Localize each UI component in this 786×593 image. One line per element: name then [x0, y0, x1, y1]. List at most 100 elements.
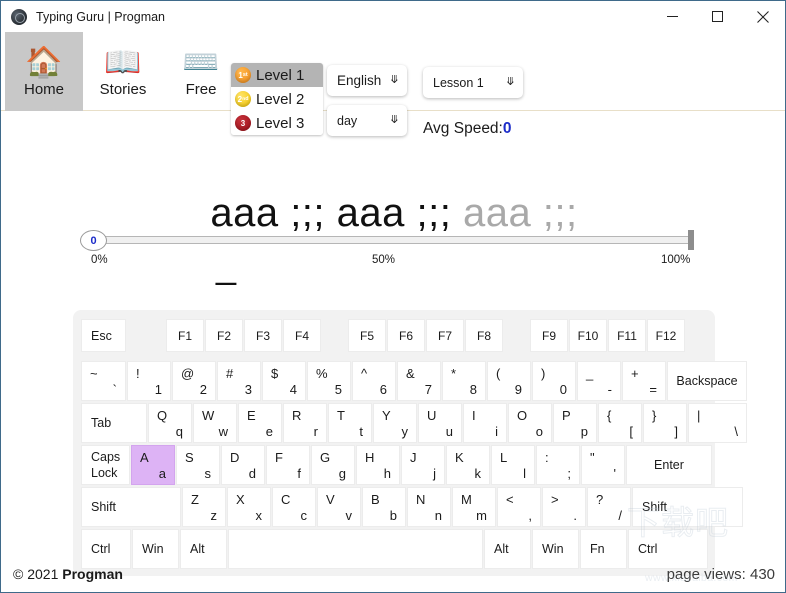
progress-slider[interactable]: 0 0% 50% 100% [1, 111, 785, 266]
key-shift-char: N [416, 492, 426, 507]
nav-button-home[interactable]: 🏠 Home [5, 32, 83, 111]
key-0[interactable]: ) 0 [532, 361, 576, 401]
key-base-char: . [573, 508, 577, 523]
key-7[interactable]: & 7 [397, 361, 441, 401]
keyboard-row-shift: Shift Zz Xx Cc Vv Bb Nn Mm <, >. ? / Shif… [81, 487, 743, 527]
key-5[interactable]: % 5 [307, 361, 351, 401]
key-backtick[interactable]: ~ ` [81, 361, 126, 401]
key-base-char: 1 [154, 382, 162, 397]
key-bracket-right[interactable]: }] [643, 403, 687, 443]
nav-label-stories: Stories [99, 80, 147, 98]
key-minus[interactable]: _ - [577, 361, 621, 401]
key-q[interactable]: Qq [148, 403, 192, 443]
key-enter[interactable]: Enter [626, 445, 712, 485]
key-f4[interactable]: F4 [283, 319, 321, 352]
key-h[interactable]: Hh [356, 445, 400, 485]
maximize-icon[interactable] [695, 1, 740, 32]
nav-button-stories[interactable]: 📖 Stories [84, 32, 162, 111]
key-backspace[interactable]: Backspace [667, 361, 747, 401]
key-shift-char: Y [382, 408, 391, 423]
key-shift-char: ~ [90, 366, 98, 381]
key-p[interactable]: Pp [553, 403, 597, 443]
key-g[interactable]: Gg [311, 445, 355, 485]
key-f1[interactable]: F1 [166, 319, 204, 352]
gold-medal-icon: 1ˢᵗ [235, 67, 251, 83]
key-v[interactable]: Vv [317, 487, 361, 527]
key-j[interactable]: Jj [401, 445, 445, 485]
key-shift-char: E [247, 408, 256, 423]
key-f10[interactable]: F10 [569, 319, 607, 352]
key-shift-right[interactable]: Shift [632, 487, 743, 527]
key-f2[interactable]: F2 [205, 319, 243, 352]
key-d[interactable]: Dd [221, 445, 265, 485]
key-quote[interactable]: " ' [581, 445, 625, 485]
lesson-select[interactable]: Lesson 1 ⤋ [423, 67, 523, 98]
level-item-2[interactable]: 2ⁿᵈ Level 2 [231, 87, 323, 111]
key-slash[interactable]: ? / [587, 487, 631, 527]
nav-label-home: Home [23, 80, 64, 98]
key-t[interactable]: Tt [328, 403, 372, 443]
key-f3[interactable]: F3 [244, 319, 282, 352]
key-2[interactable]: @2 [172, 361, 216, 401]
key-base-char: 4 [289, 382, 297, 397]
key-8[interactable]: * 8 [442, 361, 486, 401]
language-select[interactable]: English ⤋ [327, 65, 407, 96]
key-shift-char: + [631, 366, 639, 381]
key-1[interactable]: ! 1 [127, 361, 171, 401]
level-item-1[interactable]: 1ˢᵗ Level 1 [231, 63, 323, 87]
key-f5[interactable]: F5 [348, 319, 386, 352]
lesson-select-value: Lesson 1 [433, 75, 484, 90]
key-base-char: , [528, 508, 532, 523]
language-select-value: English [337, 73, 382, 88]
key-m[interactable]: Mm [452, 487, 496, 527]
key-s[interactable]: Ss [176, 445, 220, 485]
key-a[interactable]: Aa [131, 445, 175, 485]
key-b[interactable]: Bb [362, 487, 406, 527]
key-shift-char: C [281, 492, 291, 507]
key-i[interactable]: Ii [463, 403, 507, 443]
key-9[interactable]: (9 [487, 361, 531, 401]
key-tab[interactable]: Tab [81, 403, 147, 443]
key-comma[interactable]: <, [497, 487, 541, 527]
close-icon[interactable] [740, 1, 785, 32]
key-base-char: r [313, 424, 318, 439]
key-spacer [504, 319, 529, 352]
key-caps-lock[interactable]: Caps Lock [81, 445, 130, 485]
key-f12[interactable]: F12 [647, 319, 685, 352]
key-e[interactable]: Ee [238, 403, 282, 443]
key-y[interactable]: Yy [373, 403, 417, 443]
key-equals[interactable]: + = [622, 361, 666, 401]
key-o[interactable]: Oo [508, 403, 552, 443]
key-k[interactable]: Kk [446, 445, 490, 485]
key-f7[interactable]: F7 [426, 319, 464, 352]
key-semicolon[interactable]: :; [536, 445, 580, 485]
key-4[interactable]: $4 [262, 361, 306, 401]
key-n[interactable]: Nn [407, 487, 451, 527]
key-base-char: s [204, 466, 212, 481]
key-3[interactable]: #3 [217, 361, 261, 401]
key-f8[interactable]: F8 [465, 319, 503, 352]
nav-button-free[interactable]: ⌨️ Free [162, 32, 240, 111]
key-base-char: 8 [469, 382, 477, 397]
minimize-icon[interactable] [650, 1, 695, 32]
key-bracket-left[interactable]: {[ [598, 403, 642, 443]
key-l[interactable]: Ll [491, 445, 535, 485]
key-r[interactable]: Rr [283, 403, 327, 443]
key-f9[interactable]: F9 [530, 319, 568, 352]
key-f[interactable]: Ff [266, 445, 310, 485]
key-base-char: z [210, 508, 218, 523]
key-shift-char: J [410, 450, 417, 465]
key-z[interactable]: Zz [182, 487, 226, 527]
key-6[interactable]: ^ 6 [352, 361, 396, 401]
key-f6[interactable]: F6 [387, 319, 425, 352]
key-base-char: 5 [334, 382, 342, 397]
key-c[interactable]: Cc [272, 487, 316, 527]
key-shift-left[interactable]: Shift [81, 487, 181, 527]
key-esc[interactable]: Esc [81, 319, 126, 352]
key-period[interactable]: >. [542, 487, 586, 527]
key-u[interactable]: Uu [418, 403, 462, 443]
key-f11[interactable]: F11 [608, 319, 646, 352]
key-x[interactable]: Xx [227, 487, 271, 527]
key-backslash[interactable]: | \ [688, 403, 747, 443]
key-w[interactable]: Ww [193, 403, 237, 443]
